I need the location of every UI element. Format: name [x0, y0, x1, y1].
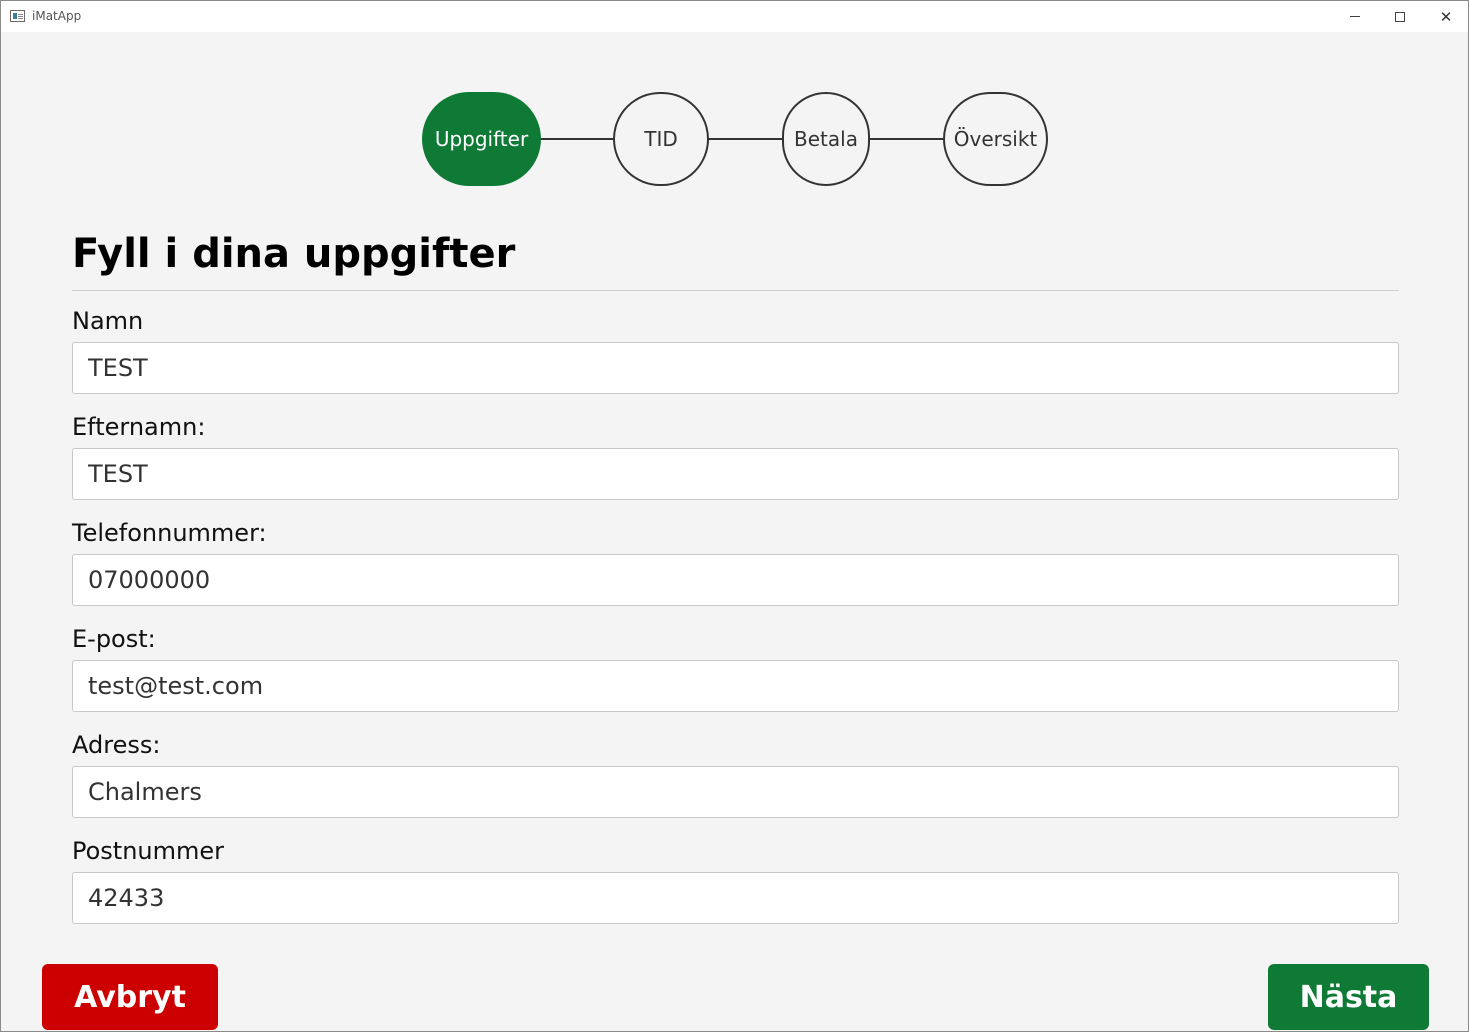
- email-label: E-post:: [72, 625, 156, 653]
- divider: [72, 290, 1399, 291]
- stepper-connector: [867, 138, 945, 140]
- name-input[interactable]: [72, 342, 1399, 394]
- step-oversikt[interactable]: Översikt: [943, 92, 1048, 186]
- surname-input[interactable]: [72, 448, 1399, 500]
- address-label: Adress:: [72, 731, 161, 759]
- stepper-connector: [539, 138, 615, 140]
- step-uppgifter[interactable]: Uppgifter: [422, 92, 541, 186]
- cancel-button[interactable]: Avbryt: [42, 964, 218, 1030]
- phone-label: Telefonnummer:: [72, 519, 267, 547]
- email-input[interactable]: [72, 660, 1399, 712]
- postcode-input[interactable]: [72, 872, 1399, 924]
- phone-input[interactable]: [72, 554, 1399, 606]
- close-button[interactable]: ✕: [1423, 1, 1469, 32]
- maximize-icon: [1395, 11, 1405, 22]
- minimize-icon: [1350, 16, 1360, 17]
- window-title: iMatApp: [32, 9, 82, 23]
- app-icon: [10, 10, 25, 22]
- app-window: iMatApp ✕ Uppgifter TID Betala Översikt …: [0, 0, 1469, 1032]
- step-betala[interactable]: Betala: [782, 92, 870, 186]
- address-input[interactable]: [72, 766, 1399, 818]
- close-icon: ✕: [1439, 7, 1453, 26]
- surname-label: Efternamn:: [72, 413, 206, 441]
- stepper-connector: [708, 138, 784, 140]
- name-label: Namn: [72, 307, 144, 335]
- page-title: Fyll i dina uppgifter: [72, 231, 516, 277]
- minimize-button[interactable]: [1332, 1, 1378, 32]
- postcode-label: Postnummer: [72, 837, 225, 865]
- next-button[interactable]: Nästa: [1268, 964, 1429, 1030]
- maximize-button[interactable]: [1377, 1, 1423, 32]
- step-tid[interactable]: TID: [613, 92, 709, 186]
- title-bar: iMatApp ✕: [1, 1, 1468, 32]
